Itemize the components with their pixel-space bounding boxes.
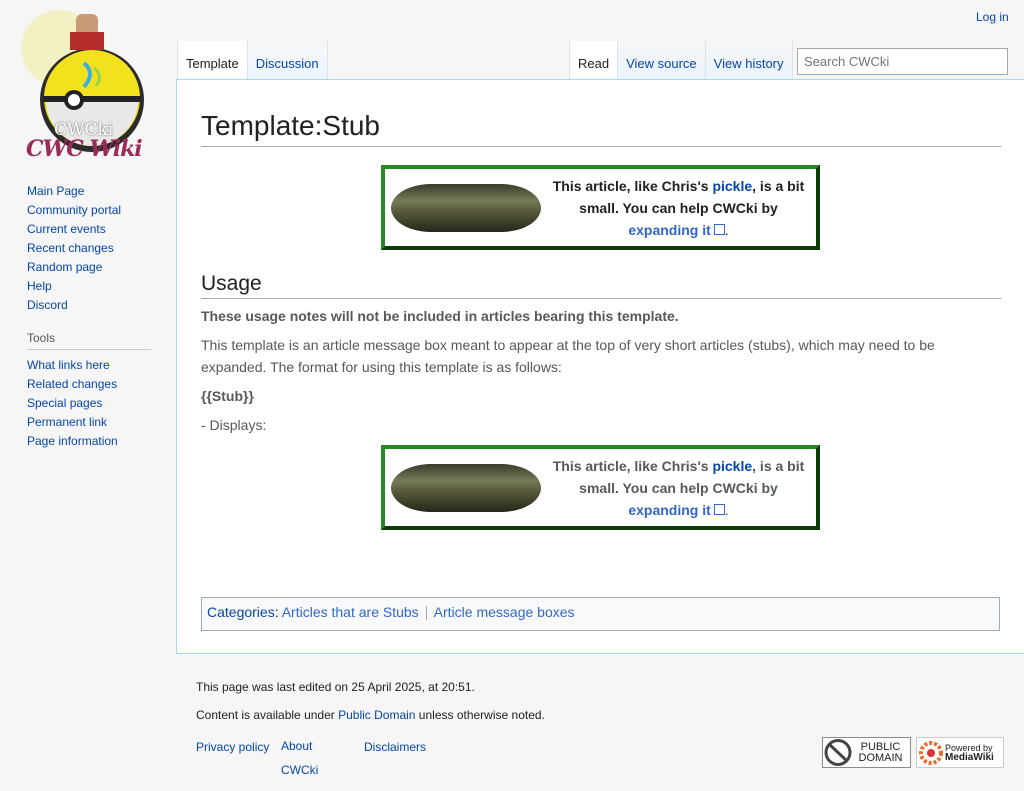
sidebar-item-permanent-link[interactable]: Permanent link [27, 413, 167, 432]
tab-discussion[interactable]: Discussion [247, 41, 328, 79]
login-link[interactable]: Log in [976, 10, 1016, 24]
mediawiki-badge[interactable]: Powered by MediaWiki [916, 737, 1004, 768]
pickle-link[interactable]: pickle [712, 178, 752, 194]
sidebar-item-main-page[interactable]: Main Page [27, 182, 167, 201]
tools-heading: Tools [27, 331, 151, 350]
mediawiki-badge-text: Powered by MediaWiki [945, 743, 994, 763]
license-info: Content is available under Public Domain… [196, 708, 545, 722]
expanding-it-link[interactable]: expanding it [628, 222, 710, 238]
view-tabs: Read View source View history [569, 41, 793, 80]
tab-view-history[interactable]: View history [705, 41, 793, 79]
category-links: Categories: Articles that are Stubs Artic… [201, 597, 1000, 631]
sidebar-item-community-portal[interactable]: Community portal [27, 201, 167, 220]
expanding-it-link[interactable]: expanding it [628, 502, 710, 518]
usage-heading: Usage [201, 272, 1001, 299]
sidebar-navigation: Main Page Community portal Current event… [27, 182, 167, 315]
public-domain-badge-text: PUBLIC DOMAIN [858, 740, 903, 764]
sidebar-item-discord[interactable]: Discord [27, 296, 167, 315]
external-link-icon [713, 223, 725, 235]
disclaimers-link[interactable]: Disclaimers [364, 740, 426, 754]
last-edited: This page was last edited on 25 April 20… [196, 680, 475, 694]
category-separator [425, 606, 427, 621]
privacy-policy-link[interactable]: Privacy policy [196, 740, 269, 754]
tab-template[interactable]: Template [177, 41, 248, 79]
namespace-tabs: Template Discussion [177, 41, 328, 80]
pickle-link[interactable]: pickle [712, 458, 752, 474]
stub-message-box: This article, like Chris's pickle, is a … [381, 165, 820, 250]
about-link[interactable]: About CWCki [281, 734, 341, 782]
stub-message: This article, like Chris's pickle, is a … [541, 455, 816, 521]
sidebar-item-current-events[interactable]: Current events [27, 220, 167, 239]
sidebar-item-what-links-here[interactable]: What links here [27, 356, 167, 375]
sidebar-item-special-pages[interactable]: Special pages [27, 394, 167, 413]
public-domain-badge[interactable]: PUBLIC DOMAIN [822, 737, 911, 768]
stub-text-1: This article, like Chris's [552, 457, 713, 474]
logo-wordmark: CWC Wiki [26, 136, 143, 162]
mediawiki-flower-icon [919, 740, 943, 765]
categories-colon: : [274, 604, 282, 620]
sidebar-item-page-information[interactable]: Page information [27, 432, 167, 451]
sidebar-item-related-changes[interactable]: Related changes [27, 375, 167, 394]
public-domain-link[interactable]: Public Domain [338, 708, 415, 722]
mediawiki-badge-bottom: MediaWiki [945, 751, 994, 763]
usage-note: These usage notes will not be included i… [201, 308, 679, 324]
pickle-image [391, 183, 541, 232]
stub-message: This article, like Chris's pickle, is a … [541, 175, 816, 241]
external-link-icon [713, 503, 725, 515]
search-input[interactable] [797, 48, 1008, 75]
sidebar-item-random-page[interactable]: Random page [27, 258, 167, 277]
license-text-2: unless otherwise noted. [415, 708, 545, 722]
tab-view-source[interactable]: View source [618, 41, 706, 79]
categories-link[interactable]: Categories [207, 604, 275, 620]
category-message-boxes[interactable]: Article message boxes [434, 604, 575, 620]
stub-text-3: . [724, 221, 729, 238]
template-code: {{Stub}} [201, 388, 254, 404]
pickle-image [391, 463, 541, 512]
site-logo[interactable]: CWCki CWC Wiki [14, 8, 164, 162]
page-title: Template:Stub [201, 110, 1001, 147]
sidebar-tools: Tools What links here Related changes Sp… [27, 331, 167, 451]
displays-label: - Displays: [201, 417, 267, 433]
sidebar-item-help[interactable]: Help [27, 277, 167, 296]
license-text-1: Content is available under [196, 708, 339, 722]
stub-text-1: This article, like Chris's [552, 177, 713, 194]
stub-text-3: . [724, 501, 729, 518]
main-content: Template:Stub This article, like Chris's… [176, 79, 1024, 654]
category-articles-stubs[interactable]: Articles that are Stubs [282, 604, 419, 620]
usage-description: This template is an article message box … [201, 337, 935, 375]
stub-message-box-example: This article, like Chris's pickle, is a … [381, 445, 820, 530]
sidebar-item-recent-changes[interactable]: Recent changes [27, 239, 167, 258]
public-domain-icon [824, 739, 852, 766]
mediawiki-badge-top: Powered by [945, 742, 993, 753]
tab-read[interactable]: Read [569, 41, 619, 79]
